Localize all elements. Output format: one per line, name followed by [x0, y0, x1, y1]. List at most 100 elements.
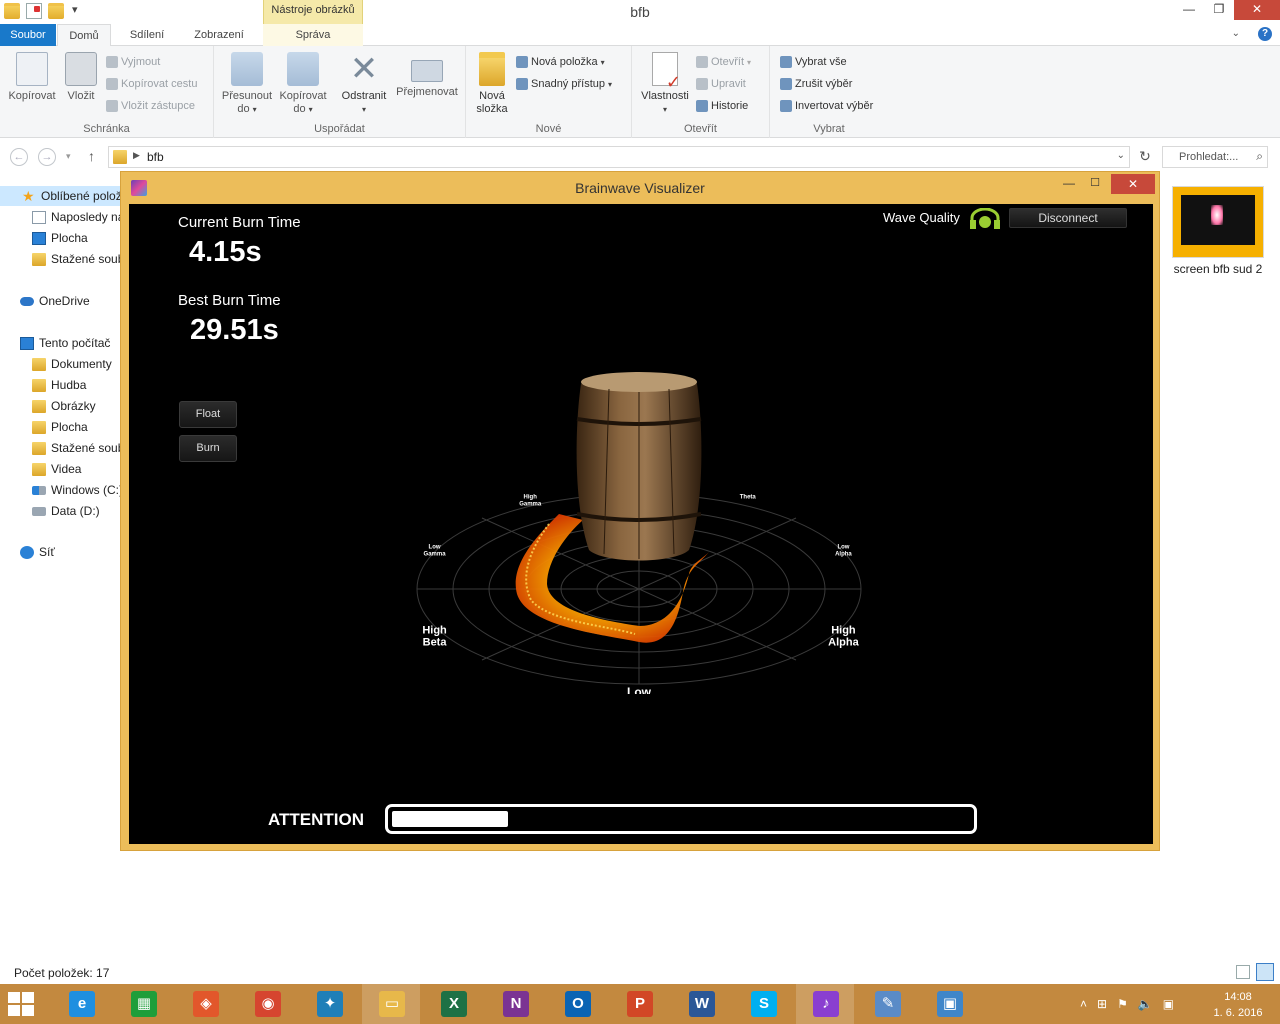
up-button[interactable]: ↑ [88, 148, 95, 164]
nav-downloads[interactable]: Stažené soub [0, 438, 120, 458]
taskbar-button[interactable]: ✦ [300, 984, 358, 1024]
taskbar-button[interactable]: P [610, 984, 668, 1024]
taskbar-button[interactable]: ◈ [176, 984, 234, 1024]
taskbar-button[interactable]: X [424, 984, 482, 1024]
new-folder-button[interactable]: Nová složka [472, 52, 512, 116]
refresh-button[interactable]: ↻ [1134, 148, 1156, 166]
nav-music[interactable]: Hudba [0, 375, 120, 395]
rename-button[interactable]: Přejmenovat [392, 52, 462, 99]
address-row: ← → ▾ ↑ ▶ bfb ⌄ ↻ Prohledat:... ⌕ [0, 144, 1280, 170]
maximize-button[interactable]: ☐ [1083, 176, 1107, 196]
select-none-button[interactable]: Zrušit výběr [780, 76, 852, 92]
minimize-button[interactable]: — [1174, 0, 1204, 20]
close-button[interactable]: ✕ [1111, 174, 1155, 194]
new-item-button[interactable]: Nová položka ▾ [516, 54, 605, 70]
maximize-button[interactable]: ❐ [1204, 0, 1234, 20]
clock[interactable]: 14:08 1. 6. 2016 [1210, 989, 1266, 1021]
tab-view[interactable]: Zobrazení [186, 24, 252, 46]
nav-downloads-fav[interactable]: Stažené soub [0, 249, 120, 269]
folder-icon [32, 462, 46, 476]
tab-share[interactable]: Sdílení [118, 24, 176, 46]
nav-label: Videa [51, 462, 82, 476]
copy-path-button[interactable]: Kopírovat cestu [106, 76, 197, 92]
nav-drive-d[interactable]: Data (D:) [0, 501, 120, 521]
expand-ribbon-chevron-icon[interactable]: ⌄ [1232, 28, 1240, 39]
open-button[interactable]: Otevřít ▾ [696, 54, 751, 70]
tab-home[interactable]: Domů [57, 24, 111, 47]
copy-button[interactable]: Kopírovat [6, 52, 58, 103]
recent-locations-chevron-icon[interactable]: ▾ [66, 151, 71, 162]
select-all-button[interactable]: Vybrat vše [780, 54, 847, 70]
taskbar-button[interactable]: ♪ [796, 984, 854, 1024]
windows-flag-icon[interactable]: ⊞ [1097, 997, 1107, 1011]
taskbar-button[interactable]: S [734, 984, 792, 1024]
close-button[interactable]: ✕ [1234, 0, 1280, 20]
clipboard-group: Kopírovat Vložit Vyjmout Kopírovat cestu… [0, 46, 214, 138]
dropdown-caret-icon: ▾ [361, 105, 366, 114]
invert-selection-button[interactable]: Invertovat výběr [780, 98, 873, 114]
taskbar-button[interactable]: ▭ [362, 984, 420, 1024]
tray-chevron-icon[interactable]: ˄ [1080, 997, 1087, 1011]
nav-documents[interactable]: Dokumenty [0, 354, 120, 374]
radar-label: Low Alpha [835, 545, 852, 558]
easy-access-button[interactable]: Snadný přístup ▾ [516, 76, 612, 92]
minimize-button[interactable]: — [1057, 176, 1081, 196]
tab-file[interactable]: Soubor [0, 24, 56, 46]
file-thumbnail[interactable] [1172, 186, 1264, 258]
breadcrumb[interactable]: bfb [147, 150, 164, 164]
nav-network[interactable]: Síť [0, 542, 120, 562]
taskbar-button[interactable]: ◉ [238, 984, 296, 1024]
properties-icon [652, 52, 681, 89]
nav-this-pc[interactable]: Tento počítač [0, 333, 120, 353]
taskbar-button[interactable]: ▦ [114, 984, 172, 1024]
forward-button[interactable]: → [38, 148, 56, 166]
address-bar[interactable]: ▶ bfb ⌄ [108, 146, 1130, 168]
network-tray-icon[interactable]: ▣ [1163, 997, 1174, 1011]
taskbar-button[interactable]: ✎ [858, 984, 916, 1024]
nav-label: Stažené soub [51, 441, 120, 455]
search-input[interactable]: Prohledat:... ⌕ [1162, 146, 1268, 168]
taskbar-button[interactable]: ▣ [920, 984, 978, 1024]
organize-group-label: Uspořádat [314, 123, 365, 135]
nav-favorites[interactable]: ★ Oblíbené polož [0, 186, 120, 206]
large-icons-view-icon[interactable] [1256, 963, 1274, 981]
disconnect-button[interactable]: Disconnect [1009, 208, 1127, 228]
history-button[interactable]: Historie [696, 98, 748, 114]
taskbar-button[interactable]: W [672, 984, 730, 1024]
search-icon[interactable]: ⌕ [1256, 149, 1263, 164]
action-center-flag-icon[interactable]: ⚑ [1117, 997, 1128, 1011]
nav-desktop[interactable]: Plocha [0, 417, 120, 437]
details-view-icon[interactable] [1236, 965, 1250, 979]
nav-desktop-fav[interactable]: Plocha [0, 228, 120, 248]
taskbar-button[interactable]: O [548, 984, 606, 1024]
breadcrumb-chevron-icon[interactable]: ▶ [133, 150, 140, 161]
paste-button[interactable]: Vložit [60, 52, 102, 103]
delete-button[interactable]: ✕ Odstranit ▾ [336, 52, 392, 116]
taskbar-button[interactable]: e [52, 984, 110, 1024]
burn-button[interactable]: Burn [179, 435, 237, 462]
back-button[interactable]: ← [10, 148, 28, 166]
edit-button[interactable]: Upravit [696, 76, 746, 92]
tab-manage[interactable]: Správa [263, 24, 363, 46]
best-burn-label: Best Burn Time [178, 292, 281, 309]
paste-shortcut-button[interactable]: Vložit zástupce [106, 98, 195, 114]
float-button[interactable]: Float [179, 401, 237, 428]
copy-to-button[interactable]: Kopírovat do ▾ [274, 52, 332, 116]
nav-recent[interactable]: Naposledy na [0, 207, 120, 227]
start-button[interactable] [8, 992, 34, 1016]
nav-drive-c[interactable]: Windows (C:) [0, 480, 120, 500]
nav-label: Naposledy na [51, 210, 120, 224]
properties-button[interactable]: Vlastnosti ▾ [636, 52, 694, 116]
volume-icon[interactable]: 🔈 [1138, 997, 1153, 1011]
file-name[interactable]: screen bfb sud 2 [1166, 262, 1270, 276]
nav-onedrive[interactable]: OneDrive [0, 291, 120, 311]
cut-label: Vyjmout [121, 56, 161, 68]
nav-pictures[interactable]: Obrázky [0, 396, 120, 416]
address-dropdown-icon[interactable]: ⌄ [1117, 150, 1125, 161]
cut-button[interactable]: Vyjmout [106, 54, 160, 70]
paste-shortcut-label: Vložit zástupce [121, 100, 195, 112]
move-to-button[interactable]: Přesunout do ▾ [218, 52, 276, 116]
help-icon[interactable]: ? [1258, 27, 1272, 41]
nav-videos[interactable]: Videa [0, 459, 120, 479]
taskbar-button[interactable]: N [486, 984, 544, 1024]
